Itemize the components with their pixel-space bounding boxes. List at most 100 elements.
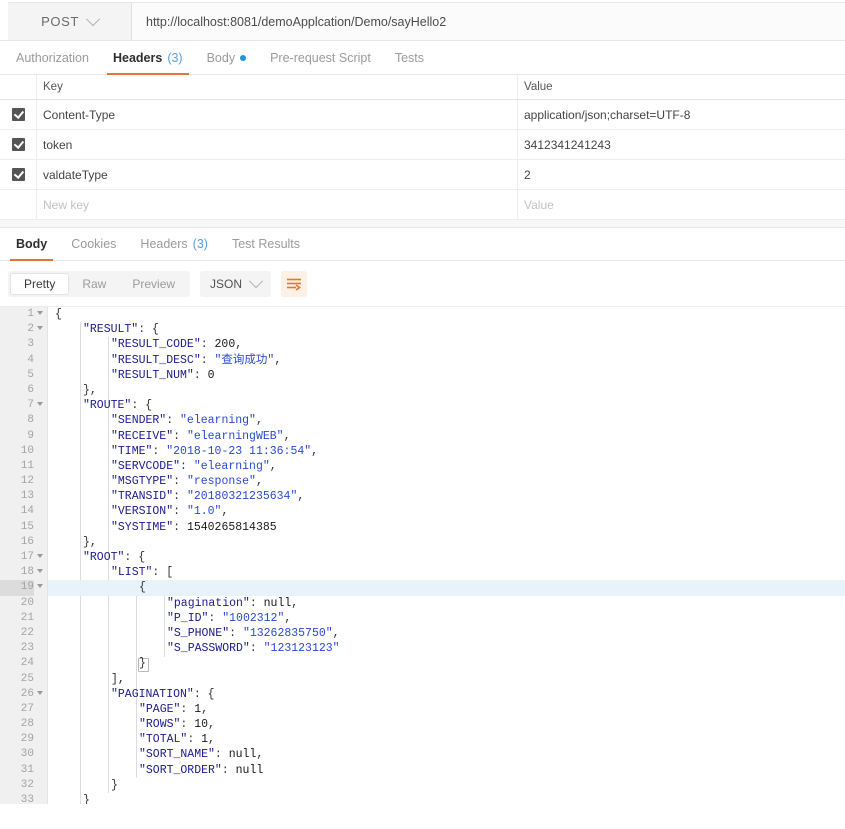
- line-number: 17: [20, 551, 34, 563]
- header-value-input[interactable]: application/json;charset=UTF-8: [518, 100, 845, 129]
- code-line-text: }: [111, 778, 118, 793]
- token-p: ],: [111, 672, 125, 686]
- fold-toggle-icon[interactable]: [37, 402, 43, 407]
- token-p: },: [83, 383, 97, 397]
- code-line: 18 "LIST": [: [0, 565, 845, 580]
- code-line-text: "P_ID": "1002312",: [167, 611, 291, 626]
- line-number: 25: [20, 672, 34, 685]
- response-tab-label: Test Results: [231, 237, 301, 251]
- editor-code-area[interactable]: 1{2 "RESULT": {3 "RESULT_CODE": 200, 4 "RESU…: [0, 307, 845, 804]
- line-number: 29: [20, 733, 34, 746]
- token-k: "TIME": [111, 444, 153, 458]
- response-format-select[interactable]: JSON: [200, 270, 272, 297]
- code-line-text: "RESULT": {: [83, 322, 159, 337]
- token-p: :: [200, 353, 215, 367]
- code-line: 9 "RECEIVE": "elearningWEB",: [0, 429, 845, 444]
- view-mode-pretty[interactable]: Pretty: [10, 272, 70, 295]
- fold-toggle-icon[interactable]: [37, 326, 43, 331]
- token-p: ,: [201, 702, 209, 716]
- token-k: "SERVCODE": [111, 459, 181, 473]
- header-select-all-cell: [0, 75, 37, 99]
- token-s: "查询成功": [214, 353, 275, 367]
- response-tab-body[interactable]: Body: [4, 237, 59, 261]
- token-s: "elearningWEB": [186, 429, 284, 443]
- header-new-value-input[interactable]: Value: [518, 190, 845, 219]
- token-s: "123123123": [263, 642, 340, 656]
- header-enabled-checkbox[interactable]: [11, 138, 25, 151]
- request-tab-headers[interactable]: Headers (3): [101, 51, 195, 75]
- line-number: 21: [20, 611, 34, 624]
- token-k: "RESULT": [83, 323, 139, 337]
- token-p: :: [221, 763, 236, 777]
- code-line: 28 "ROWS": 10,: [0, 717, 845, 732]
- header-key-input[interactable]: Content-Type: [37, 100, 518, 129]
- fold-toggle-icon[interactable]: [37, 554, 43, 558]
- header-value-input[interactable]: 3412341241243: [518, 130, 845, 159]
- header-key-input[interactable]: valdateType: [37, 160, 518, 189]
- token-p: :: [193, 368, 208, 382]
- token-p: ,: [297, 490, 305, 504]
- token-k: "ROUTE": [83, 399, 132, 413]
- fold-toggle-icon[interactable]: [37, 569, 43, 574]
- request-tab-body[interactable]: Body: [195, 51, 259, 74]
- header-row: valdateType 2: [0, 160, 845, 190]
- response-tab-headers[interactable]: Headers (3): [128, 237, 220, 260]
- request-tab-count: (3): [167, 51, 183, 65]
- view-mode-raw[interactable]: Raw: [69, 273, 119, 295]
- response-separator: [0, 220, 845, 228]
- token-k: "SENDER": [111, 414, 167, 428]
- code-line-text: "LIST": [: [111, 565, 173, 580]
- header-key-input[interactable]: token: [37, 130, 518, 159]
- column-header-key: Key: [37, 75, 518, 99]
- token-p: }: [111, 778, 118, 792]
- header-new-enabled-cell: [0, 190, 37, 219]
- code-line: 1{: [0, 307, 845, 322]
- line-number: 30: [20, 748, 34, 761]
- line-number: 8: [27, 414, 34, 427]
- code-line-text: "PAGE": 1,: [139, 702, 208, 717]
- fold-toggle-icon[interactable]: [37, 311, 43, 315]
- token-p: {: [139, 581, 146, 595]
- code-line: 19 {: [0, 580, 845, 596]
- token-k: "ROWS": [139, 718, 181, 732]
- code-line-text: "RECEIVE": "elearningWEB",: [111, 429, 290, 444]
- request-tab-tests[interactable]: Tests: [383, 51, 436, 74]
- request-tab-authorization[interactable]: Authorization: [4, 51, 101, 74]
- request-tab-pre-request-script[interactable]: Pre-request Script: [258, 51, 383, 74]
- token-k: "PAGINATION": [111, 687, 194, 701]
- code-line-text: "ROWS": 10,: [139, 717, 215, 732]
- line-number: 10: [20, 444, 34, 457]
- wrap-lines-button[interactable]: [281, 270, 308, 297]
- response-view-mode-group: Pretty Raw Preview: [8, 270, 191, 297]
- token-p: ,: [235, 338, 243, 352]
- header-enabled-checkbox[interactable]: [11, 168, 25, 181]
- token-k: "SYSTIME": [111, 520, 174, 534]
- token-k: "RECEIVE": [111, 429, 174, 443]
- header-value-input[interactable]: 2: [518, 160, 845, 189]
- fold-toggle-icon[interactable]: [37, 584, 43, 589]
- token-s: "elearning": [180, 414, 256, 428]
- header-new-key-input[interactable]: New key: [37, 190, 518, 219]
- code-line: 27 "PAGE": 1,: [0, 702, 845, 717]
- line-number: 27: [20, 702, 34, 715]
- token-s: "20180321235634": [186, 490, 298, 504]
- header-new-row: New key Value: [0, 190, 845, 220]
- token-nl: null: [235, 763, 264, 777]
- line-number: 31: [20, 763, 34, 776]
- response-tab-cookies[interactable]: Cookies: [59, 237, 128, 260]
- response-format-label: JSON: [210, 276, 243, 291]
- view-mode-preview[interactable]: Preview: [119, 273, 188, 295]
- code-line: 32}: [0, 778, 845, 793]
- line-number: 19: [0, 580, 34, 596]
- header-enabled-checkbox[interactable]: [11, 108, 25, 121]
- http-method-select[interactable]: POST: [8, 2, 132, 40]
- response-tab-test-results[interactable]: Test Results: [220, 237, 312, 260]
- token-s: "1.0": [186, 505, 222, 519]
- fold-toggle-icon[interactable]: [37, 690, 43, 695]
- response-body-editor[interactable]: 1{2 "RESULT": {3 "RESULT_CODE": 200, 4 "RESU…: [0, 307, 845, 804]
- request-url-input[interactable]: http://localhost:8081/demoApplcation/Dem…: [132, 2, 845, 40]
- line-number: 1: [27, 308, 34, 320]
- token-n: 200: [214, 338, 236, 352]
- token-k: "RESULT_DESC": [111, 353, 201, 367]
- code-line: 17 "ROOT": {: [0, 550, 845, 565]
